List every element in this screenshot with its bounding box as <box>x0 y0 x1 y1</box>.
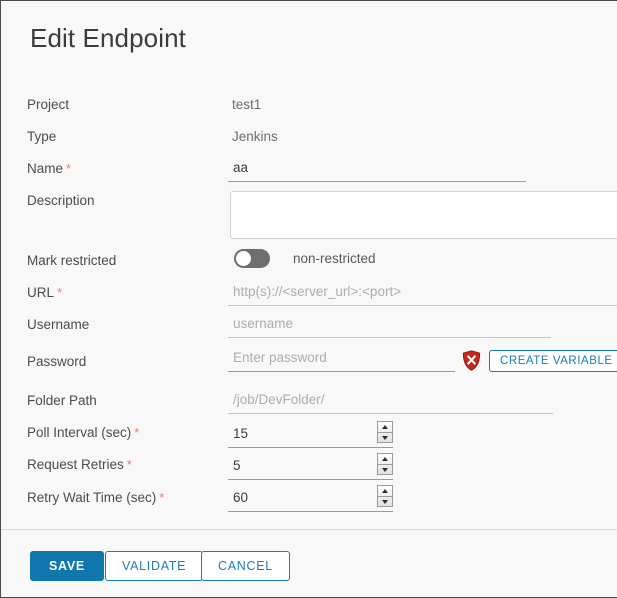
mark-restricted-toggle[interactable] <box>234 249 270 268</box>
name-label: Name * <box>27 160 71 178</box>
chevron-up-icon <box>382 489 388 493</box>
footer-action-bar: SAVE VALIDATE CANCEL <box>1 529 617 597</box>
description-label: Description <box>27 193 95 208</box>
create-variable-button[interactable]: CREATE VARIABLE <box>489 350 617 372</box>
url-label-text: URL <box>27 285 55 300</box>
poll-interval-decrement-button[interactable] <box>378 432 392 443</box>
password-label: Password <box>27 354 87 369</box>
chevron-down-icon <box>382 436 388 440</box>
form-row-type: Type Jenkins <box>1 128 617 158</box>
poll-interval-stepper <box>228 421 393 448</box>
form-row-name: Name * <box>1 156 617 190</box>
url-input[interactable] <box>228 280 617 306</box>
poll-interval-label: Poll Interval (sec) * <box>27 424 139 442</box>
request-retries-decrement-button[interactable] <box>378 464 392 475</box>
project-value: test1 <box>232 97 262 112</box>
form-row-folder-path: Folder Path <box>1 388 617 422</box>
password-input[interactable] <box>228 346 455 372</box>
type-value: Jenkins <box>232 129 278 144</box>
retry-wait-time-stepper <box>228 485 393 512</box>
toggle-knob <box>236 251 251 266</box>
page-title: Edit Endpoint <box>30 23 186 53</box>
request-retries-label: Request Retries * <box>27 456 132 474</box>
poll-interval-increment-button[interactable] <box>378 422 392 432</box>
url-required-asterisk: * <box>57 285 63 300</box>
project-label: Project <box>27 97 70 112</box>
poll-interval-label-text: Poll Interval (sec) <box>27 425 132 440</box>
retry-wait-time-spinner <box>377 485 393 507</box>
request-retries-input[interactable] <box>228 454 358 477</box>
poll-interval-input[interactable] <box>228 422 358 445</box>
request-retries-label-text: Request Retries <box>27 457 124 472</box>
folder-path-input[interactable] <box>228 388 553 414</box>
mark-restricted-label: Mark restricted <box>27 253 117 268</box>
retry-wait-time-label: Retry Wait Time (sec) * <box>27 489 164 507</box>
retry-wait-time-required-asterisk: * <box>159 490 165 505</box>
form-row-username: Username <box>1 312 617 346</box>
name-label-text: Name <box>27 161 64 176</box>
save-button[interactable]: SAVE <box>30 551 104 581</box>
validate-button[interactable]: VALIDATE <box>105 551 204 581</box>
form-row-url: URL * <box>1 280 617 314</box>
chevron-down-icon <box>382 500 388 504</box>
poll-interval-required-asterisk: * <box>134 425 140 440</box>
folder-path-label: Folder Path <box>27 393 97 408</box>
username-label: Username <box>27 317 90 332</box>
chevron-down-icon <box>382 468 388 472</box>
cancel-button[interactable]: CANCEL <box>201 551 290 581</box>
edit-endpoint-dialog: Edit Endpoint Project test1 Type Jenkins… <box>0 0 617 598</box>
poll-interval-spinner <box>377 421 393 443</box>
request-retries-required-asterisk: * <box>126 457 132 472</box>
description-textarea[interactable] <box>230 191 617 239</box>
username-input[interactable] <box>228 312 551 338</box>
name-required-asterisk: * <box>66 161 72 176</box>
request-retries-spinner <box>377 453 393 475</box>
url-label: URL * <box>27 284 62 302</box>
retry-wait-time-decrement-button[interactable] <box>378 496 392 507</box>
request-retries-increment-button[interactable] <box>378 454 392 464</box>
mark-restricted-state-text: non-restricted <box>293 251 376 266</box>
retry-wait-time-increment-button[interactable] <box>378 486 392 496</box>
retry-wait-time-input[interactable] <box>228 486 358 509</box>
request-retries-stepper <box>228 453 393 480</box>
name-input[interactable] <box>228 156 526 182</box>
chevron-up-icon <box>382 457 388 461</box>
type-label: Type <box>27 129 57 144</box>
chevron-up-icon <box>382 425 388 429</box>
shield-error-icon <box>462 350 481 371</box>
retry-wait-time-label-text: Retry Wait Time (sec) <box>27 490 157 505</box>
form-row-project: Project test1 <box>1 96 617 126</box>
